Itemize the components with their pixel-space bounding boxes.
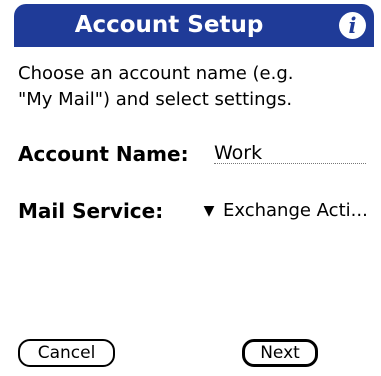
next-button[interactable]: Next <box>242 339 318 367</box>
title-bar: Account Setup i <box>14 4 374 47</box>
account-name-label: Account Name: <box>18 142 189 166</box>
cancel-button[interactable]: Cancel <box>18 339 115 367</box>
account-setup-screen: Account Setup i Choose an account name (… <box>0 0 381 376</box>
information-icon[interactable]: i <box>339 12 366 39</box>
account-name-field[interactable]: Work <box>214 139 366 164</box>
instruction-text: Choose an account name (e.g. "My Mail") … <box>18 63 294 110</box>
mail-service-selected-value: Exchange Acti... <box>223 200 366 221</box>
mail-service-picker[interactable]: ▼ Exchange Acti... <box>199 196 366 226</box>
account-name-row: Account Name: Work <box>18 139 366 169</box>
mail-service-row: Mail Service: ▼ Exchange Acti... <box>18 196 366 226</box>
dropdown-arrow-icon: ▼ <box>203 203 215 219</box>
page-title: Account Setup <box>74 12 264 38</box>
mail-service-label: Mail Service: <box>18 199 164 223</box>
